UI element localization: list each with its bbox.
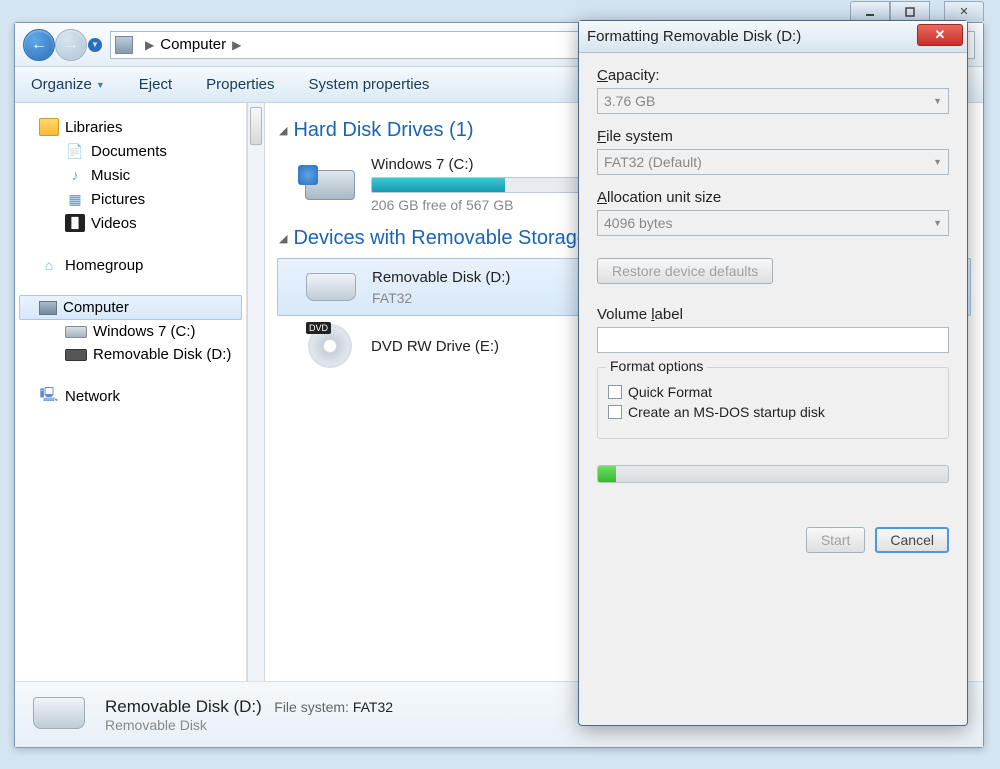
drive-title: Removable Disk (D:) [372,269,510,286]
breadcrumb-root[interactable]: Computer [160,36,226,53]
hdd-icon [305,170,355,200]
computer-icon [115,36,133,54]
properties-button[interactable]: Properties [206,76,274,93]
volume-label-label: Volume label [597,306,949,323]
volume-label-input[interactable] [597,327,949,353]
dialog-title: Formatting Removable Disk (D:) [587,28,801,45]
tree-homegroup[interactable]: ⌂Homegroup [19,253,242,277]
format-dialog: Formatting Removable Disk (D:) ✕ Capacit… [578,20,968,726]
breadcrumb-sep-icon: ▶ [145,38,154,52]
chevron-down-icon: ▼ [933,96,942,106]
removable-icon [33,697,85,729]
nav-history-dropdown[interactable]: ▼ [88,38,102,52]
format-options-group: Format options Quick Format Create an MS… [597,367,949,439]
libraries-icon [39,118,59,136]
back-button[interactable]: ← [23,29,55,61]
system-properties-button[interactable]: System properties [309,76,430,93]
tree-libraries[interactable]: Libraries [19,115,242,139]
filesystem-select[interactable]: FAT32 (Default)▼ [597,149,949,175]
capacity-select[interactable]: 3.76 GB▼ [597,88,949,114]
breadcrumb-sep-icon: ▶ [232,38,241,52]
tree-pictures[interactable]: ▦Pictures [19,187,242,211]
drive-fs: FAT32 [372,290,510,306]
restore-defaults-button[interactable]: Restore device defaults [597,258,773,284]
format-options-legend: Format options [606,358,707,374]
eject-button[interactable]: Eject [139,76,172,93]
details-title: Removable Disk (D:) [105,697,262,716]
tree-drive-c[interactable]: Windows 7 (C:) [19,320,242,343]
dialog-titlebar[interactable]: Formatting Removable Disk (D:) ✕ [579,21,967,53]
collapse-icon: ◢ [279,232,287,245]
filesystem-label: File system [597,128,949,145]
drive-free-text: 206 GB free of 567 GB [371,197,581,213]
tree-music[interactable]: ♪Music [19,163,242,187]
details-subtitle: Removable Disk [105,717,393,733]
network-icon: 🖳 [39,387,59,405]
drive-title: Windows 7 (C:) [371,156,581,173]
format-progress [597,465,949,483]
organize-menu[interactable]: Organize▼ [31,76,105,93]
allocation-label: Allocation unit size [597,189,949,206]
drive-title: DVD RW Drive (E:) [371,338,499,355]
computer-icon [39,301,57,315]
start-button[interactable]: Start [806,527,866,553]
allocation-select[interactable]: 4096 bytes▼ [597,210,949,236]
dialog-close-button[interactable]: ✕ [917,24,963,46]
documents-icon: 📄 [65,142,85,160]
capacity-label: Capacity: [597,67,949,84]
tree-drive-d[interactable]: Removable Disk (D:) [19,343,242,366]
pictures-icon: ▦ [65,190,85,208]
forward-button[interactable]: → [55,29,87,61]
tree-network[interactable]: 🖳Network [19,384,242,408]
chevron-down-icon: ▼ [933,218,942,228]
dvd-icon [308,324,352,368]
navigation-pane: Libraries 📄Documents ♪Music ▦Pictures ▐▌… [15,103,247,681]
chevron-down-icon: ▼ [96,80,105,90]
music-icon: ♪ [65,166,85,184]
tree-computer[interactable]: Computer [19,295,242,320]
removable-drive-icon [65,349,87,361]
minimize-button[interactable] [850,1,890,21]
chevron-down-icon: ▼ [933,157,942,167]
scrollbar-thumb[interactable] [250,107,262,145]
homegroup-icon: ⌂ [39,256,59,274]
removable-icon [306,273,356,301]
close-button[interactable]: ✕ [944,1,984,21]
collapse-icon: ◢ [279,124,287,137]
maximize-button[interactable] [890,1,930,21]
msdos-checkbox[interactable]: Create an MS-DOS startup disk [608,404,938,420]
window-controls: ✕ [850,1,984,21]
videos-icon: ▐▌ [65,214,85,232]
quick-format-checkbox[interactable]: Quick Format [608,384,938,400]
capacity-bar [371,177,581,193]
tree-videos[interactable]: ▐▌Videos [19,211,242,235]
drive-icon [65,326,87,338]
cancel-button[interactable]: Cancel [875,527,949,553]
tree-documents[interactable]: 📄Documents [19,139,242,163]
splitter[interactable] [247,103,265,681]
